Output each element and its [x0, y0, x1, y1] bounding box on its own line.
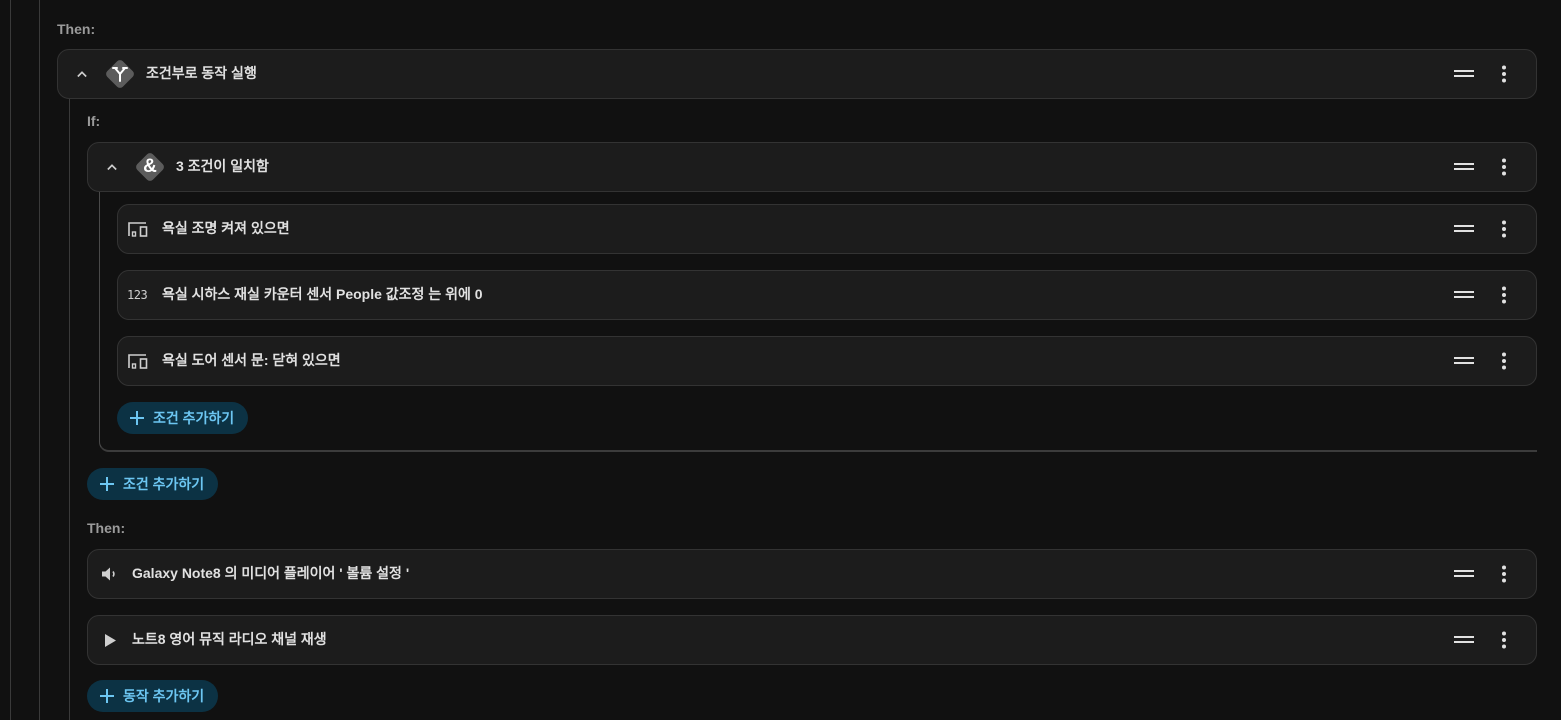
drag-handle-icon[interactable] [1454, 219, 1474, 239]
more-vert-icon[interactable] [1494, 285, 1514, 305]
ampersand-icon: & [134, 151, 166, 183]
drag-handle-icon[interactable] [1454, 285, 1474, 305]
condition-title: 욕실 조명 켜져 있으면 [162, 220, 290, 236]
devices-icon [128, 354, 148, 369]
then-label: Then: [57, 21, 96, 37]
choose-action-card[interactable]: 조건부로 동작 실행 [57, 49, 1537, 99]
add-condition-button[interactable]: 조건 추가하기 [117, 402, 249, 434]
choose-action-title: 조건부로 동작 실행 [146, 65, 257, 81]
then-label: Then: [87, 520, 126, 536]
chevron-up-icon[interactable] [102, 157, 122, 177]
if-label: If: [87, 113, 101, 129]
volume-icon [102, 567, 115, 581]
more-vert-icon[interactable] [1494, 219, 1514, 239]
and-condition-card[interactable]: & 3 조건이 일치함 [87, 142, 1537, 192]
more-vert-icon[interactable] [1494, 564, 1514, 584]
drag-handle-icon[interactable] [1454, 564, 1474, 584]
condition-card[interactable]: 123 욕실 시하스 재실 카운터 센서 People 값조정 는 위에 0 [117, 270, 1537, 320]
and-condition-title: 3 조건이 일치함 [176, 158, 269, 174]
more-vert-icon[interactable] [1494, 157, 1514, 177]
add-condition-button[interactable]: 조건 추가하기 [87, 468, 219, 500]
plus-icon [100, 689, 114, 703]
drag-handle-icon[interactable] [1454, 351, 1474, 371]
condition-card[interactable]: 욕실 도어 센서 문: 닫혀 있으면 [117, 336, 1537, 386]
action-title: Galaxy Note8 의 미디어 플레이어 ' 볼륨 설정 ' [132, 565, 410, 581]
more-vert-icon[interactable] [1494, 351, 1514, 371]
guide-line-outer [10, 0, 11, 720]
add-action-label: 동작 추가하기 [123, 688, 205, 704]
fork-icon [104, 58, 136, 90]
chevron-up-icon[interactable] [72, 64, 92, 84]
guide-line-left [39, 0, 40, 720]
condition-title: 욕실 도어 센서 문: 닫혀 있으면 [162, 352, 341, 368]
play-icon [105, 634, 116, 647]
more-vert-icon[interactable] [1494, 630, 1514, 650]
more-vert-icon[interactable] [1494, 64, 1514, 84]
action-card[interactable]: Galaxy Note8 의 미디어 플레이어 ' 볼륨 설정 ' [87, 549, 1537, 599]
drag-handle-icon[interactable] [1454, 630, 1474, 650]
action-title: 노트8 영어 뮤직 라디오 채널 재생 [132, 631, 327, 647]
add-condition-label: 조건 추가하기 [153, 410, 235, 426]
devices-icon [128, 222, 148, 237]
plus-icon [100, 477, 114, 491]
add-action-button[interactable]: 동작 추가하기 [87, 680, 219, 712]
numeric-icon: 123 [127, 288, 148, 302]
drag-handle-icon[interactable] [1454, 157, 1474, 177]
guide-line-then [69, 99, 70, 720]
drag-handle-icon[interactable] [1454, 64, 1474, 84]
add-condition-label: 조건 추가하기 [123, 476, 205, 492]
condition-title: 욕실 시하스 재실 카운터 센서 People 값조정 는 위에 0 [162, 286, 483, 302]
condition-card[interactable]: 욕실 조명 켜져 있으면 [117, 204, 1537, 254]
plus-icon [130, 411, 144, 425]
action-card[interactable]: 노트8 영어 뮤직 라디오 채널 재생 [87, 615, 1537, 665]
